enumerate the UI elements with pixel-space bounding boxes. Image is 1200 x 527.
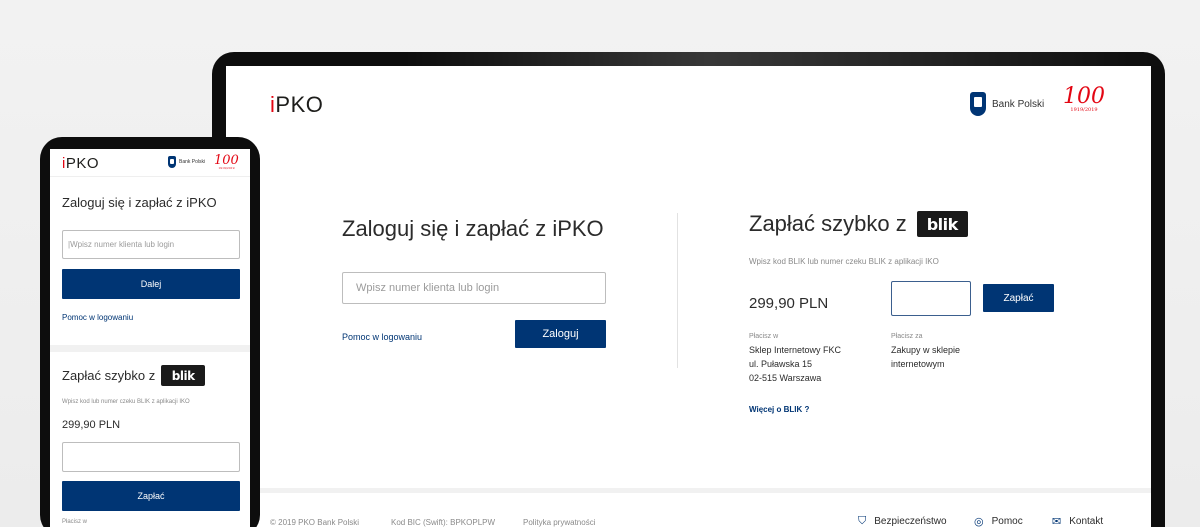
mobile-device: iPKO Bank Polski 100 1919/2019 Zaloguj s…	[40, 137, 260, 527]
purchase-info: Płacisz za Zakupy w sklepie internetowym	[891, 333, 961, 369]
pko-emblem-icon	[168, 156, 176, 168]
pko-emblem-icon	[970, 92, 986, 116]
mail-icon: ✉	[1052, 516, 1062, 527]
footer-help-link[interactable]: ◎ Pomoc	[974, 515, 1023, 527]
desktop-header: iPKO Bank Polski 100 1919/2019	[226, 66, 1151, 146]
mobile-header: iPKO Bank Polski 100 1919/2019	[50, 149, 250, 177]
mobile-blik-section: Zapłać szybko z blik Wpisz kod lub numer…	[62, 365, 240, 525]
pay-button[interactable]: Zapłać	[983, 284, 1054, 312]
pko-bank-polski-logo[interactable]: Bank Polski	[168, 156, 205, 168]
login-help-link[interactable]: Pomoc w logowaniu	[62, 313, 133, 322]
shield-icon: ⛉	[858, 515, 867, 527]
login-help-link[interactable]: Pomoc w logowaniu	[342, 332, 422, 342]
help-circle-icon: ◎	[974, 516, 984, 527]
section-divider	[677, 213, 678, 368]
next-button[interactable]: Dalej	[62, 269, 240, 299]
footer-contact-link[interactable]: ✉ Kontakt	[1052, 515, 1103, 527]
login-title: Zaloguj się i zapłać z iPKO	[342, 216, 604, 241]
blik-logo: blik	[161, 365, 206, 386]
pko-bank-polski-logo[interactable]: Bank Polski	[970, 92, 1044, 116]
anniversary-logo: 100 1919/2019	[1063, 84, 1105, 113]
desktop-device: iPKO Bank Polski 100 1919/2019 Zaloguj s…	[212, 52, 1165, 527]
login-input[interactable]: Wpisz numer klienta lub login	[342, 272, 606, 304]
desktop-screen: iPKO Bank Polski 100 1919/2019 Zaloguj s…	[226, 66, 1151, 527]
blik-code-input[interactable]	[891, 281, 971, 316]
more-about-blik-link[interactable]: Więcej o BLIK ?	[749, 405, 809, 414]
section-separator	[50, 345, 250, 352]
blik-section: Zapłać szybko z blik Wpisz kod BLIK lub …	[749, 211, 1109, 414]
payment-amount: 299,90 PLN	[62, 419, 121, 431]
payee-label: Płacisz w	[62, 519, 88, 525]
blik-title: Zapłać szybko z blik	[62, 365, 240, 386]
blik-subtitle: Wpisz kod BLIK lub numer czeku BLIK z ap…	[749, 257, 939, 266]
payment-amount: 299,90 PLN	[749, 295, 829, 312]
ipko-logo[interactable]: iPKO	[62, 155, 99, 172]
blik-code-input[interactable]	[62, 442, 240, 472]
desktop-footer: © 2019 PKO Bank Polski Kod BIC (Swift): …	[226, 488, 1151, 527]
footer-copyright: © 2019 PKO Bank Polski	[270, 518, 360, 527]
login-button[interactable]: Zaloguj	[515, 320, 606, 348]
ipko-logo[interactable]: iPKO	[270, 92, 323, 118]
login-section: Zaloguj się i zapłać z iPKO Wpisz numer …	[342, 216, 642, 348]
anniversary-logo: 100 1919/2019	[214, 153, 239, 170]
frame-reflection	[405, 52, 1165, 66]
login-title: Zaloguj się i zapłać z iPKO	[62, 195, 217, 210]
blik-subtitle: Wpisz kod lub numer czeku BLIK z aplikac…	[62, 399, 190, 405]
footer-bic: Kod BIC (Swift): BPKOPLPW	[391, 518, 496, 527]
mobile-screen: iPKO Bank Polski 100 1919/2019 Zaloguj s…	[50, 149, 250, 527]
footer-privacy-link[interactable]: Polityka prywatności	[523, 518, 595, 527]
login-input[interactable]: |Wpisz numer klienta lub login	[62, 230, 240, 259]
payee-info: Płacisz w Sklep Internetowy FKC ul. Puła…	[749, 333, 842, 383]
footer-security-link[interactable]: ⛉ Bezpieczeństwo	[858, 515, 947, 527]
blik-title: Zapłać szybko z blik	[749, 211, 1109, 237]
mobile-login-section: Zaloguj się i zapłać z iPKO |Wpisz numer…	[62, 195, 240, 322]
blik-logo: blik	[916, 211, 968, 237]
pay-button[interactable]: Zapłać	[62, 481, 240, 511]
